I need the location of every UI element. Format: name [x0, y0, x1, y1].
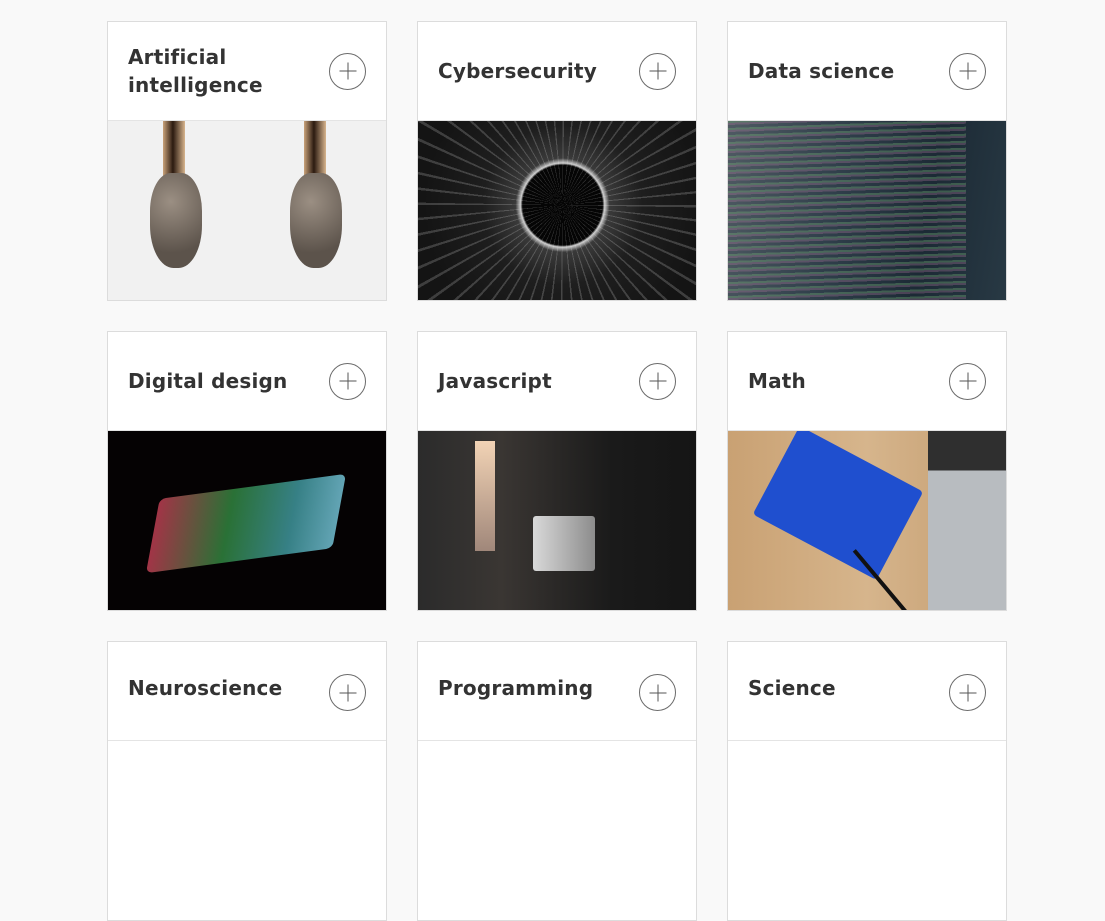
- card-title: Javascript: [438, 369, 552, 393]
- topic-card-cybersecurity[interactable]: Cybersecurity: [417, 21, 697, 301]
- card-header: Programming: [418, 642, 696, 741]
- plus-circle-icon[interactable]: [639, 674, 676, 711]
- plus-circle-icon[interactable]: [329, 362, 366, 400]
- card-image: [728, 121, 1006, 300]
- card-header: Digital design: [108, 332, 386, 431]
- card-image: [108, 431, 386, 610]
- topic-card-programming[interactable]: Programming: [417, 641, 697, 921]
- topic-card-math[interactable]: Math: [727, 331, 1007, 611]
- card-title: Digital design: [128, 369, 288, 393]
- plus-circle-icon[interactable]: [949, 362, 986, 400]
- card-title: Math: [748, 369, 806, 393]
- topic-card-artificial-intelligence[interactable]: Artificial intelligence: [107, 21, 387, 301]
- plus-circle-icon[interactable]: [329, 52, 366, 90]
- card-image: [728, 431, 1006, 610]
- topic-card-data-science[interactable]: Data science: [727, 21, 1007, 301]
- plus-circle-icon[interactable]: [329, 674, 366, 711]
- card-header: Javascript: [418, 332, 696, 431]
- card-header: Science: [728, 642, 1006, 741]
- plus-circle-icon[interactable]: [639, 362, 676, 400]
- card-header: Data science: [728, 22, 1006, 121]
- card-title: Artificial intelligence: [128, 45, 263, 97]
- card-title: Science: [748, 676, 836, 700]
- topic-card-javascript[interactable]: Javascript: [417, 331, 697, 611]
- topic-card-science[interactable]: Science: [727, 641, 1007, 921]
- card-image: [418, 431, 696, 610]
- card-header: Cybersecurity: [418, 22, 696, 121]
- card-header: Artificial intelligence: [108, 22, 386, 121]
- card-title: Neuroscience: [128, 676, 283, 700]
- plus-circle-icon[interactable]: [639, 52, 676, 90]
- card-image: [418, 121, 696, 300]
- plus-circle-icon[interactable]: [949, 52, 986, 90]
- card-title: Programming: [438, 676, 594, 700]
- card-title: Data science: [748, 59, 895, 83]
- topic-grid: Artificial intelligence Cybersecurity Da…: [107, 21, 1007, 921]
- topic-card-neuroscience[interactable]: Neuroscience: [107, 641, 387, 921]
- card-header: Math: [728, 332, 1006, 431]
- card-header: Neuroscience: [108, 642, 386, 741]
- card-title: Cybersecurity: [438, 59, 597, 83]
- topic-card-digital-design[interactable]: Digital design: [107, 331, 387, 611]
- card-image: [108, 121, 386, 300]
- plus-circle-icon[interactable]: [949, 674, 986, 711]
